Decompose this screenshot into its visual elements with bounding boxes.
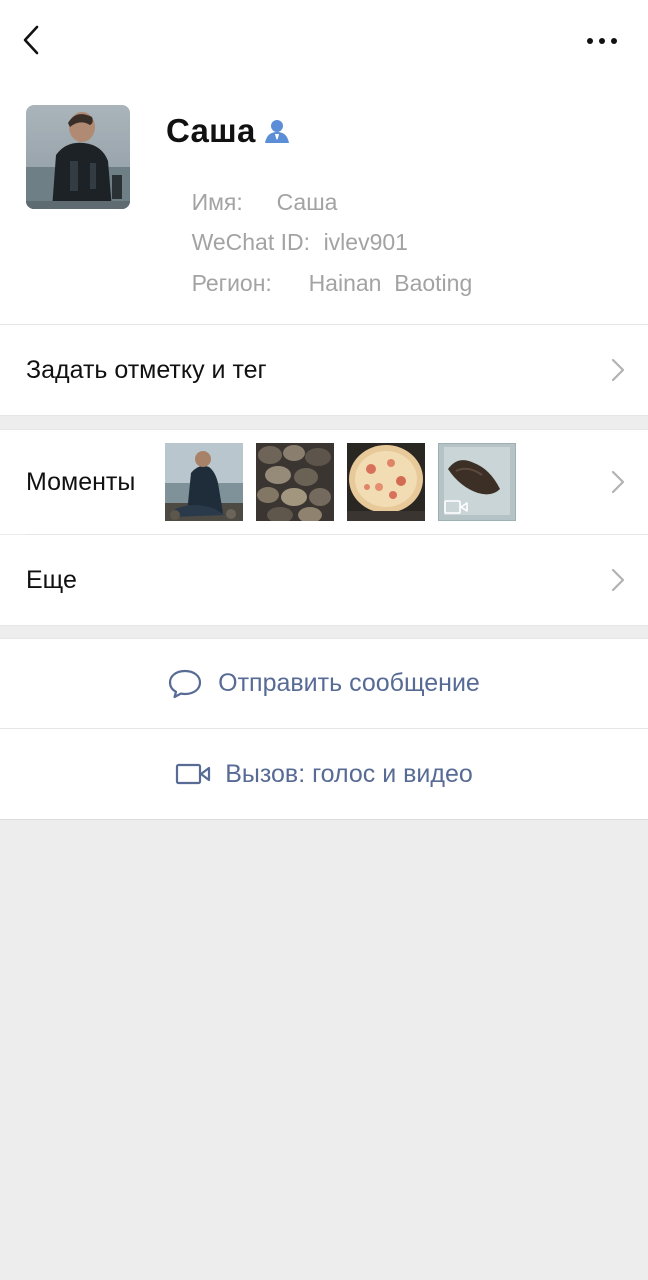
moments-row[interactable]: Моменты	[0, 430, 648, 534]
avatar[interactable]	[26, 105, 130, 209]
region-label: Регион:	[191, 270, 272, 296]
set-tag-row[interactable]: Задать отметку и тег	[0, 325, 648, 415]
moment-thumb-video[interactable]	[438, 443, 516, 521]
voice-video-call-label: Вызов: голос и видео	[225, 759, 473, 788]
more-info-row[interactable]: Еще	[0, 535, 648, 625]
video-indicator-icon	[444, 500, 468, 514]
contact-name: Саша	[166, 112, 256, 149]
moment-thumb-diver[interactable]	[165, 443, 243, 521]
profile-header: Саша Имя: Саша WeChat ID: ivlev901 Регион:…	[0, 0, 648, 324]
more-options-button[interactable]	[580, 24, 624, 58]
moments-thumbnails	[165, 443, 516, 521]
divider	[0, 819, 648, 820]
chevron-left-icon	[23, 25, 39, 55]
set-tag-label: Задать отметку и тег	[26, 355, 267, 384]
chat-bubble-icon	[169, 669, 202, 698]
moments-label: Моменты	[26, 467, 136, 496]
region-info: Регион: Hainan Baoting	[166, 243, 473, 324]
region-value: Hainan Baoting	[308, 270, 473, 296]
chevron-right-icon	[611, 470, 625, 494]
avatar-photo	[26, 105, 130, 209]
moment-thumb-pizza[interactable]	[347, 443, 425, 521]
person-badge-icon	[264, 120, 289, 143]
moment-thumb-shells[interactable]	[256, 443, 334, 521]
voice-video-call-button[interactable]: Вызов: голос и видео	[0, 729, 648, 819]
ellipsis-icon	[587, 38, 617, 44]
more-info-label: Еще	[26, 565, 77, 594]
video-camera-icon	[176, 763, 211, 785]
send-message-label: Отправить сообщение	[218, 669, 480, 697]
chevron-right-icon	[611, 568, 625, 592]
back-button[interactable]	[14, 22, 50, 58]
divider	[0, 625, 648, 626]
send-message-button[interactable]: Отправить сообщение	[0, 639, 648, 728]
name-row: Саша	[166, 110, 290, 152]
divider	[26, 534, 648, 535]
chevron-right-icon	[611, 358, 625, 382]
divider	[0, 415, 648, 416]
